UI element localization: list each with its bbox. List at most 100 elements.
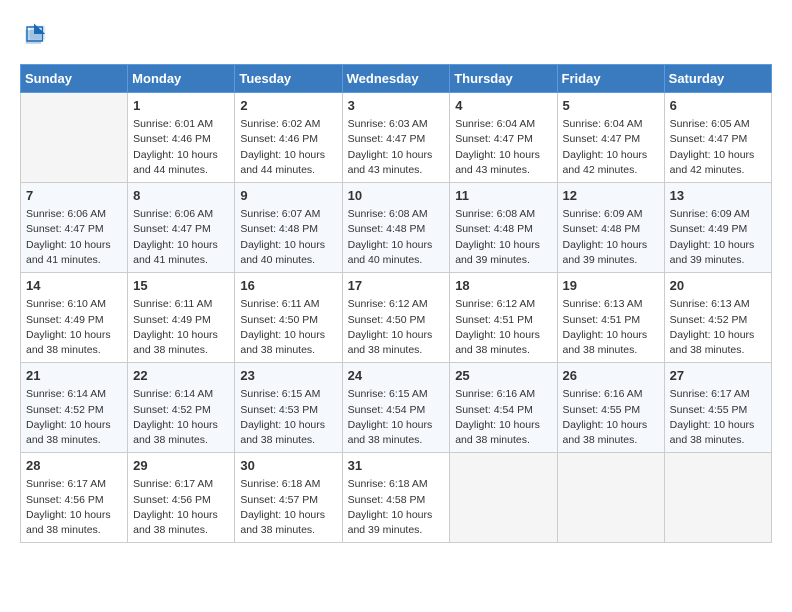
day-info: Sunrise: 6:06 AMSunset: 4:47 PMDaylight:… <box>26 207 122 268</box>
calendar-cell: 21 Sunrise: 6:14 AMSunset: 4:52 PMDayligh… <box>21 363 128 453</box>
day-number: 17 <box>348 277 445 295</box>
day-number: 8 <box>133 187 229 205</box>
day-info: Sunrise: 6:11 AMSunset: 4:50 PMDaylight:… <box>240 297 336 358</box>
day-info: Sunrise: 6:08 AMSunset: 4:48 PMDaylight:… <box>455 207 551 268</box>
day-number: 19 <box>563 277 659 295</box>
calendar-header-monday: Monday <box>128 65 235 93</box>
day-number: 7 <box>26 187 122 205</box>
calendar-cell: 2Sunrise: 6:02 AMSunset: 4:46 PMDaylight… <box>235 93 342 183</box>
day-number: 25 <box>455 367 551 385</box>
day-info: Sunrise: 6:17 AMSunset: 4:56 PMDaylight:… <box>133 477 229 538</box>
day-number: 3 <box>348 97 445 115</box>
calendar-cell: 16 Sunrise: 6:11 AMSunset: 4:50 PMDayligh… <box>235 273 342 363</box>
calendar-cell <box>557 453 664 543</box>
calendar-header-saturday: Saturday <box>664 65 771 93</box>
day-info: Sunrise: 6:10 AMSunset: 4:49 PMDaylight:… <box>26 297 122 358</box>
calendar-week-5: 28 Sunrise: 6:17 AMSunset: 4:56 PMDayligh… <box>21 453 772 543</box>
day-number: 13 <box>670 187 766 205</box>
day-info: Sunrise: 6:17 AMSunset: 4:56 PMDaylight:… <box>26 477 122 538</box>
day-number: 18 <box>455 277 551 295</box>
day-info: Sunrise: 6:12 AMSunset: 4:51 PMDaylight:… <box>455 297 551 358</box>
calendar-table: SundayMondayTuesdayWednesdayThursdayFrid… <box>20 64 772 543</box>
calendar-cell: 13 Sunrise: 6:09 AMSunset: 4:49 PMDayligh… <box>664 183 771 273</box>
calendar-cell: 25 Sunrise: 6:16 AMSunset: 4:54 PMDayligh… <box>450 363 557 453</box>
day-number: 1 <box>133 97 229 115</box>
calendar-header-sunday: Sunday <box>21 65 128 93</box>
day-number: 14 <box>26 277 122 295</box>
calendar-cell: 20Sunrise: 6:13 AMSunset: 4:52 PMDayligh… <box>664 273 771 363</box>
day-number: 16 <box>240 277 336 295</box>
day-info: Sunrise: 6:16 AMSunset: 4:54 PMDaylight:… <box>455 387 551 448</box>
calendar-cell: 18 Sunrise: 6:12 AMSunset: 4:51 PMDayligh… <box>450 273 557 363</box>
calendar-cell: 5 Sunrise: 6:04 AMSunset: 4:47 PMDaylight… <box>557 93 664 183</box>
calendar-week-3: 14 Sunrise: 6:10 AMSunset: 4:49 PMDayligh… <box>21 273 772 363</box>
day-number: 9 <box>240 187 336 205</box>
calendar-cell: 8 Sunrise: 6:06 AMSunset: 4:47 PMDaylight… <box>128 183 235 273</box>
calendar-header-thursday: Thursday <box>450 65 557 93</box>
day-info: Sunrise: 6:18 AMSunset: 4:58 PMDaylight:… <box>348 477 445 538</box>
calendar-cell: 15Sunrise: 6:11 AMSunset: 4:49 PMDayligh… <box>128 273 235 363</box>
day-info: Sunrise: 6:13 AMSunset: 4:51 PMDaylight:… <box>563 297 659 358</box>
day-number: 24 <box>348 367 445 385</box>
day-info: Sunrise: 6:04 AMSunset: 4:47 PMDaylight:… <box>455 117 551 178</box>
day-info: Sunrise: 6:16 AMSunset: 4:55 PMDaylight:… <box>563 387 659 448</box>
calendar-cell: 24 Sunrise: 6:15 AMSunset: 4:54 PMDayligh… <box>342 363 450 453</box>
page-header <box>20 20 772 48</box>
calendar-week-1: 1 Sunrise: 6:01 AMSunset: 4:46 PMDaylight… <box>21 93 772 183</box>
calendar-cell <box>664 453 771 543</box>
day-info: Sunrise: 6:14 AMSunset: 4:52 PMDaylight:… <box>26 387 122 448</box>
day-info: Sunrise: 6:03 AMSunset: 4:47 PMDaylight:… <box>348 117 445 178</box>
calendar-cell: 6 Sunrise: 6:05 AMSunset: 4:47 PMDaylight… <box>664 93 771 183</box>
calendar-cell: 22 Sunrise: 6:14 AMSunset: 4:52 PMDayligh… <box>128 363 235 453</box>
day-number: 6 <box>670 97 766 115</box>
calendar-cell: 12 Sunrise: 6:09 AMSunset: 4:48 PMDayligh… <box>557 183 664 273</box>
day-number: 28 <box>26 457 122 475</box>
logo <box>20 20 52 48</box>
day-info: Sunrise: 6:13 AMSunset: 4:52 PMDaylight:… <box>670 297 766 358</box>
day-info: Sunrise: 6:15 AMSunset: 4:54 PMDaylight:… <box>348 387 445 448</box>
day-info: Sunrise: 6:17 AMSunset: 4:55 PMDaylight:… <box>670 387 766 448</box>
day-number: 30 <box>240 457 336 475</box>
calendar-cell: 28 Sunrise: 6:17 AMSunset: 4:56 PMDayligh… <box>21 453 128 543</box>
calendar-week-4: 21 Sunrise: 6:14 AMSunset: 4:52 PMDayligh… <box>21 363 772 453</box>
day-number: 10 <box>348 187 445 205</box>
day-info: Sunrise: 6:09 AMSunset: 4:48 PMDaylight:… <box>563 207 659 268</box>
calendar-header-friday: Friday <box>557 65 664 93</box>
day-number: 27 <box>670 367 766 385</box>
calendar-cell: 4 Sunrise: 6:04 AMSunset: 4:47 PMDaylight… <box>450 93 557 183</box>
day-info: Sunrise: 6:15 AMSunset: 4:53 PMDaylight:… <box>240 387 336 448</box>
calendar-cell <box>21 93 128 183</box>
calendar-cell: 17 Sunrise: 6:12 AMSunset: 4:50 PMDayligh… <box>342 273 450 363</box>
calendar-cell: 23 Sunrise: 6:15 AMSunset: 4:53 PMDayligh… <box>235 363 342 453</box>
calendar-cell: 29 Sunrise: 6:17 AMSunset: 4:56 PMDayligh… <box>128 453 235 543</box>
day-info: Sunrise: 6:08 AMSunset: 4:48 PMDaylight:… <box>348 207 445 268</box>
day-info: Sunrise: 6:09 AMSunset: 4:49 PMDaylight:… <box>670 207 766 268</box>
day-info: Sunrise: 6:14 AMSunset: 4:52 PMDaylight:… <box>133 387 229 448</box>
day-info: Sunrise: 6:12 AMSunset: 4:50 PMDaylight:… <box>348 297 445 358</box>
day-number: 11 <box>455 187 551 205</box>
day-number: 12 <box>563 187 659 205</box>
logo-icon <box>20 20 48 48</box>
calendar-week-2: 7 Sunrise: 6:06 AMSunset: 4:47 PMDaylight… <box>21 183 772 273</box>
day-number: 23 <box>240 367 336 385</box>
day-number: 21 <box>26 367 122 385</box>
day-number: 2 <box>240 97 336 115</box>
day-number: 4 <box>455 97 551 115</box>
day-info: Sunrise: 6:04 AMSunset: 4:47 PMDaylight:… <box>563 117 659 178</box>
day-info: Sunrise: 6:07 AMSunset: 4:48 PMDaylight:… <box>240 207 336 268</box>
day-number: 15 <box>133 277 229 295</box>
day-number: 31 <box>348 457 445 475</box>
day-info: Sunrise: 6:06 AMSunset: 4:47 PMDaylight:… <box>133 207 229 268</box>
calendar-header-tuesday: Tuesday <box>235 65 342 93</box>
calendar-cell: 19 Sunrise: 6:13 AMSunset: 4:51 PMDayligh… <box>557 273 664 363</box>
day-info: Sunrise: 6:18 AMSunset: 4:57 PMDaylight:… <box>240 477 336 538</box>
day-info: Sunrise: 6:01 AMSunset: 4:46 PMDaylight:… <box>133 117 229 178</box>
day-info: Sunrise: 6:05 AMSunset: 4:47 PMDaylight:… <box>670 117 766 178</box>
calendar-cell: 7 Sunrise: 6:06 AMSunset: 4:47 PMDaylight… <box>21 183 128 273</box>
day-number: 22 <box>133 367 229 385</box>
calendar-cell: 9 Sunrise: 6:07 AMSunset: 4:48 PMDaylight… <box>235 183 342 273</box>
day-number: 29 <box>133 457 229 475</box>
day-number: 5 <box>563 97 659 115</box>
calendar-cell: 10 Sunrise: 6:08 AMSunset: 4:48 PMDayligh… <box>342 183 450 273</box>
calendar-cell: 1 Sunrise: 6:01 AMSunset: 4:46 PMDaylight… <box>128 93 235 183</box>
